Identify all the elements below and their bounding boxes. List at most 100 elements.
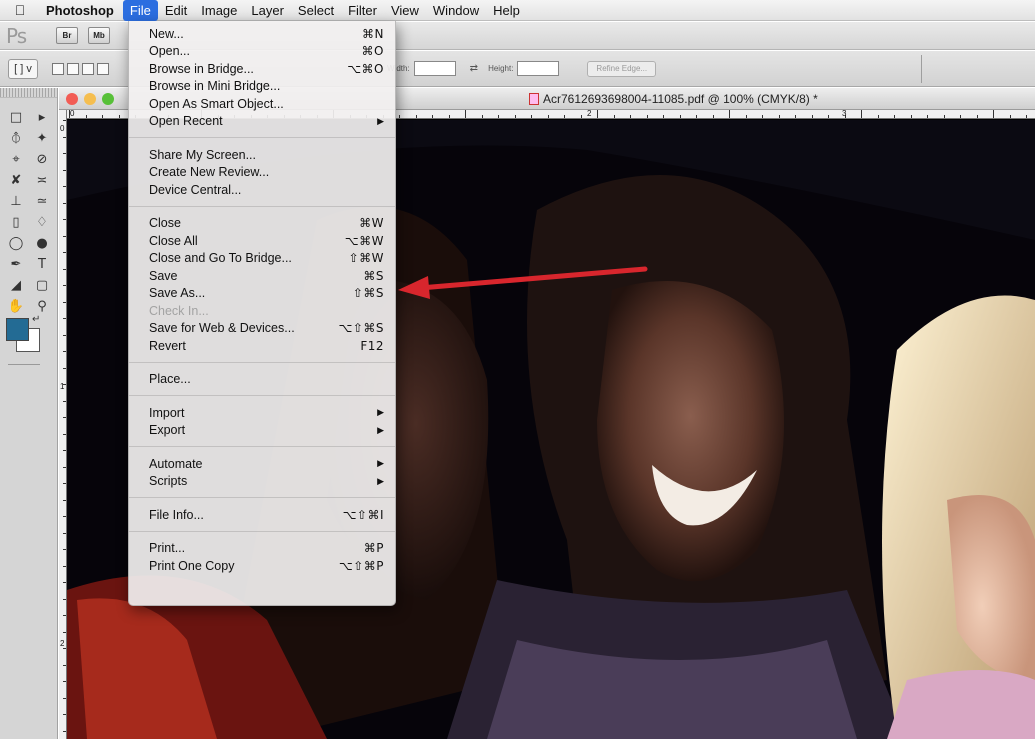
menu-item-close-all[interactable]: Close All ⌥⌘W xyxy=(129,232,395,250)
menu-item-label: Device Central... xyxy=(149,182,242,197)
eraser-tool-icon[interactable]: ▯ xyxy=(3,213,29,232)
menu-item-label: Save xyxy=(149,268,178,283)
new-selection-icon[interactable] xyxy=(52,62,64,75)
menu-item-save[interactable]: Save ⌘S xyxy=(129,267,395,285)
menu-item-label: Place... xyxy=(149,372,191,387)
ruler-tick xyxy=(927,115,928,118)
menu-item-close[interactable]: Close ⌘W xyxy=(129,215,395,233)
menu-select[interactable]: Select xyxy=(291,0,341,21)
menu-item-revert[interactable]: Revert F12 xyxy=(129,337,395,355)
menu-image[interactable]: Image xyxy=(194,0,244,21)
apple-icon[interactable]:  xyxy=(0,2,40,18)
menu-window[interactable]: Window xyxy=(426,0,486,21)
close-window-icon[interactable] xyxy=(66,93,78,105)
marquee-tool-preset[interactable]: [ ] v xyxy=(8,58,38,79)
menu-file[interactable]: File xyxy=(122,0,158,21)
ruler-tick xyxy=(795,115,796,118)
quick-selection-icon[interactable]: ✦ xyxy=(29,129,55,148)
menu-item-browse-in-bridge[interactable]: Browse in Bridge... ⌥⌘O xyxy=(129,60,395,78)
lasso-tool-icon[interactable]: ⦽ xyxy=(3,129,29,148)
menu-item-shortcut: ⌘N xyxy=(362,26,384,41)
menu-edit[interactable]: Edit xyxy=(158,0,194,21)
menu-item-import[interactable]: Import ▶ xyxy=(129,404,395,422)
zoom-window-icon[interactable] xyxy=(102,93,114,105)
ruler-tick xyxy=(63,136,66,138)
ruler-tick xyxy=(399,115,400,118)
ruler-tick xyxy=(597,110,598,118)
menu-item-close-and-go-to-bridge[interactable]: Close and Go To Bridge... ⇧⌘W xyxy=(129,250,395,268)
ruler-tick xyxy=(63,450,66,451)
ruler-tick xyxy=(63,483,66,484)
menu-view[interactable]: View xyxy=(384,0,426,21)
menu-item-print-one-copy[interactable]: Print One Copy ⌥⇧⌘P xyxy=(129,557,395,575)
ruler-tick xyxy=(63,235,66,237)
app-menu[interactable]: Photoshop xyxy=(40,3,123,18)
dodge-tool-icon[interactable]: ● xyxy=(29,234,55,253)
menu-item-shortcut: ⌥⌘O xyxy=(347,61,384,76)
menu-item-open-as-smart-object[interactable]: Open As Smart Object... xyxy=(129,95,395,113)
history-brush-icon[interactable]: ≃ xyxy=(29,192,55,211)
menu-filter[interactable]: Filter xyxy=(341,0,384,21)
marquee-tool-icon[interactable]: □ xyxy=(3,108,29,127)
swap-dimensions-icon[interactable]: ⇄ xyxy=(470,63,478,74)
ruler-tick xyxy=(448,115,450,118)
tool-grid: □ ▸ ⦽ ✦ ⌖ ⊘ ✘ ≍ ⊥ ≃ ▯ ♢ ◯ ● ✒ T ◢ ▢ ✋ ⚲ xyxy=(0,98,57,316)
intersect-selection-icon[interactable] xyxy=(97,62,109,75)
menu-help[interactable]: Help xyxy=(486,0,527,21)
ruler-tick xyxy=(63,697,66,699)
paint-bucket-icon[interactable]: ♢ xyxy=(29,213,55,232)
menu-item-label: Browse in Bridge... xyxy=(149,61,254,76)
bridge-button[interactable]: Br xyxy=(56,27,78,44)
shape-tool-icon[interactable]: ▢ xyxy=(29,276,55,295)
menu-item-new[interactable]: New... ⌘N xyxy=(129,25,395,43)
subtract-selection-icon[interactable] xyxy=(82,62,94,75)
height-field[interactable] xyxy=(517,61,560,76)
swap-colors-icon[interactable]: ↵ xyxy=(32,314,40,325)
ruler-tick xyxy=(63,334,66,336)
healing-brush-icon[interactable]: ✘ xyxy=(3,171,29,190)
path-selection-icon[interactable]: ◢ xyxy=(3,276,29,295)
menu-item-export[interactable]: Export ▶ xyxy=(129,422,395,440)
menu-item-shortcut: ⌥⇧⌘S xyxy=(338,321,384,336)
add-selection-icon[interactable] xyxy=(67,62,79,75)
panel-grip[interactable] xyxy=(0,88,57,98)
menu-item-save-for-web-devices[interactable]: Save for Web & Devices... ⌥⇧⌘S xyxy=(129,320,395,338)
ruler-tick xyxy=(63,714,66,715)
brush-tool-icon[interactable]: ≍ xyxy=(29,171,55,190)
menu-item-scripts[interactable]: Scripts ▶ xyxy=(129,473,395,491)
menu-item-browse-in-mini-bridge[interactable]: Browse in Mini Bridge... xyxy=(129,78,395,96)
menu-item-print[interactable]: Print... ⌘P xyxy=(129,540,395,558)
crop-tool-icon[interactable]: ⌖ xyxy=(3,150,29,169)
menu-item-automate[interactable]: Automate ▶ xyxy=(129,455,395,473)
pen-tool-icon[interactable]: ✒ xyxy=(3,255,29,274)
width-field[interactable] xyxy=(413,61,456,76)
menu-item-file-info[interactable]: File Info... ⌥⇧⌘I xyxy=(129,506,395,524)
ruler-label: 0 xyxy=(70,110,75,118)
menu-item-open-recent[interactable]: Open Recent ▶ xyxy=(129,113,395,131)
minimize-window-icon[interactable] xyxy=(84,93,96,105)
menu-item-open[interactable]: Open... ⌘O xyxy=(129,43,395,61)
menu-item-device-central[interactable]: Device Central... xyxy=(129,181,395,199)
move-tool-icon[interactable]: ▸ xyxy=(29,108,55,127)
menu-item-label: Save As... xyxy=(149,286,206,301)
hand-tool-icon[interactable]: ✋ xyxy=(3,297,29,316)
clone-stamp-icon[interactable]: ⊥ xyxy=(3,192,29,211)
vertical-ruler[interactable]: 0 1 2 xyxy=(59,110,67,739)
menu-layer[interactable]: Layer xyxy=(244,0,291,21)
menu-item-save-as[interactable]: Save As... ⇧⌘S xyxy=(129,285,395,303)
menu-item-share-my-screen[interactable]: Share My Screen... xyxy=(129,146,395,164)
menu-item-label: Scripts xyxy=(149,474,188,489)
menu-item-label: Open... xyxy=(149,44,190,59)
foreground-color-swatch[interactable] xyxy=(6,318,29,341)
mini-bridge-button[interactable]: Mb xyxy=(88,27,110,44)
refine-edge-button[interactable]: Refine Edge... xyxy=(587,60,657,77)
menu-item-create-new-review[interactable]: Create New Review... xyxy=(129,164,395,182)
ruler-tick xyxy=(729,110,730,118)
menu-item-label: Open Recent xyxy=(149,114,223,129)
ruler-tick xyxy=(63,648,66,649)
menu-item-place[interactable]: Place... xyxy=(129,371,395,389)
blur-tool-icon[interactable]: ◯ xyxy=(3,234,29,253)
menu-item-label: Revert xyxy=(149,338,186,353)
type-tool-icon[interactable]: T xyxy=(29,255,55,274)
eyedropper-icon[interactable]: ⊘ xyxy=(29,150,55,169)
